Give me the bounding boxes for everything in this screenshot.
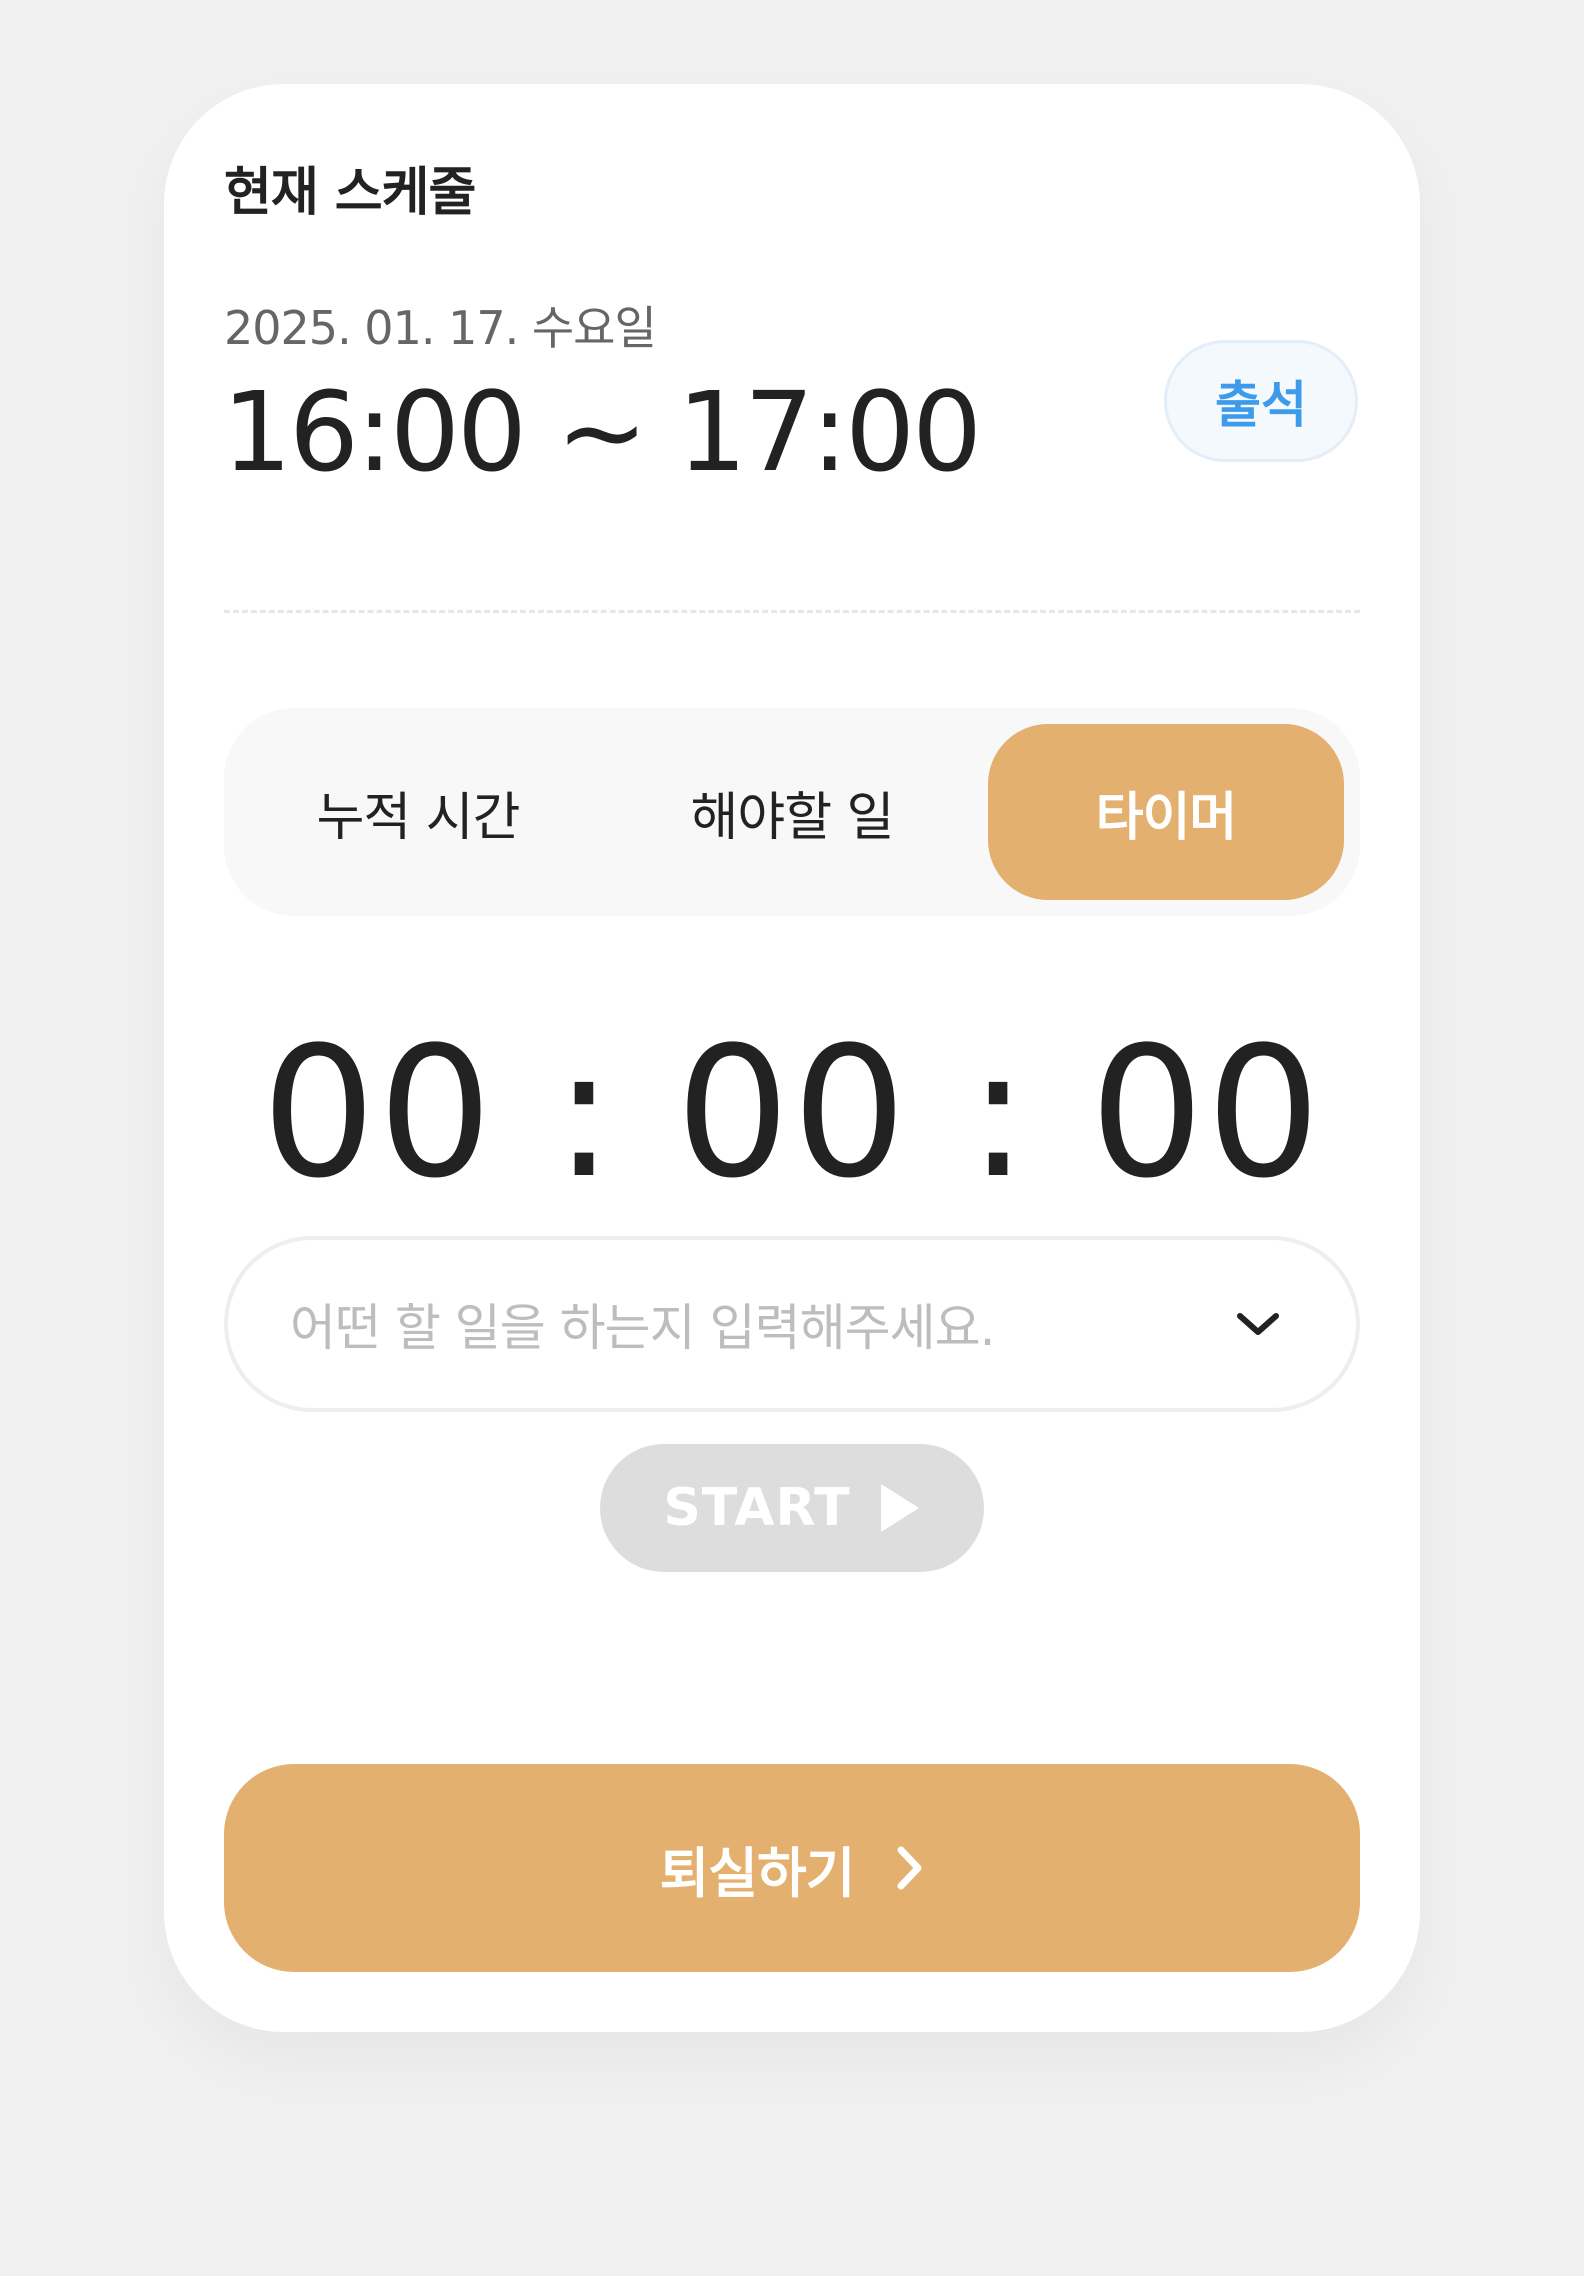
schedule-card: 현재 스케줄 2025. 01. 17. 수요일 16:00 ~ 17:00 출… (164, 84, 1420, 2032)
timer-display: 00 : 00 : 00 (261, 1009, 1323, 1218)
schedule-time-range: 16:00 ~ 17:00 (222, 368, 982, 496)
leave-button[interactable]: 퇴실하기 (224, 1764, 1360, 1972)
divider (224, 610, 1360, 613)
tab-timer[interactable]: 타이머 (988, 724, 1344, 900)
start-button-label: START (663, 1478, 851, 1538)
start-button[interactable]: START (600, 1444, 984, 1572)
tab-bar: 누적 시간 해야할 일 타이머 (224, 708, 1360, 916)
chevron-down-icon (1237, 1313, 1279, 1335)
play-icon (880, 1484, 919, 1532)
attend-button-label: 출석 (1215, 376, 1307, 434)
card-title: 현재 스케줄 (224, 163, 476, 223)
schedule-date: 2025. 01. 17. 수요일 (224, 301, 657, 355)
chevron-right-icon (897, 1846, 922, 1890)
tab-todo[interactable]: 해야할 일 (614, 724, 970, 900)
attend-button[interactable]: 출석 (1164, 340, 1358, 462)
tab-label: 타이머 (1095, 787, 1238, 848)
tab-label: 해야할 일 (690, 787, 895, 848)
task-select-placeholder: 어떤 할 일을 하는지 입력해주세요. (290, 1299, 995, 1357)
tab-accumulated-time[interactable]: 누적 시간 (240, 724, 596, 900)
tab-label: 누적 시간 (316, 787, 521, 848)
task-select[interactable]: 어떤 할 일을 하는지 입력해주세요. (224, 1236, 1360, 1412)
leave-button-label: 퇴실하기 (659, 1841, 856, 1905)
